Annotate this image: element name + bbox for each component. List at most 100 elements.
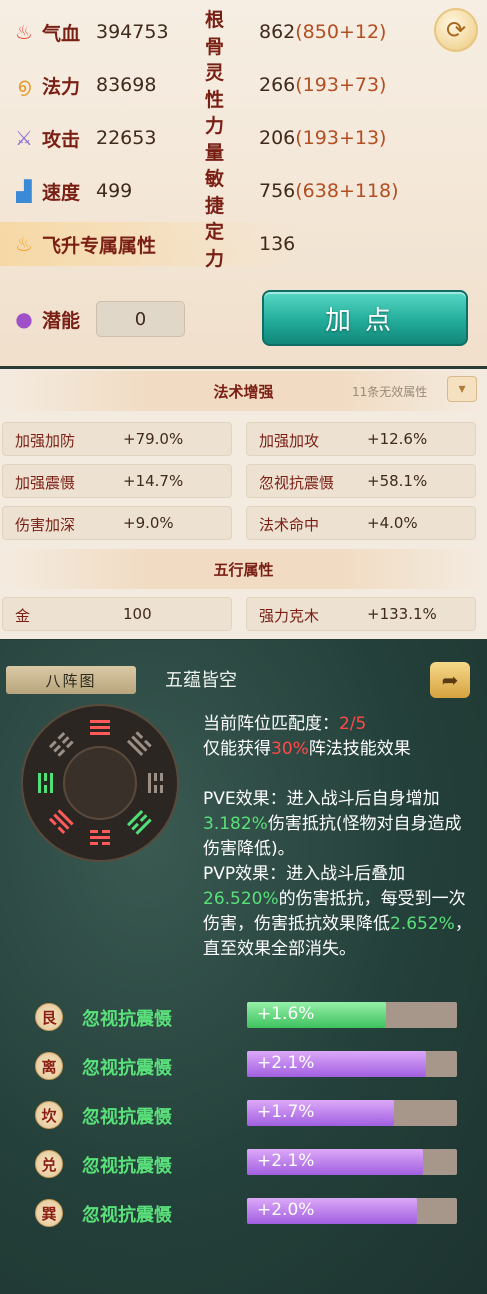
spell-cell: 加强加防 +79.0% <box>2 422 232 456</box>
trigram-badge: 巽 <box>35 1199 63 1227</box>
trigram-badge: 兑 <box>35 1150 63 1178</box>
cell-label: 加强加攻 <box>259 432 320 450</box>
trigram-badge: 艮 <box>35 1003 63 1031</box>
refresh-button[interactable]: ⟳ <box>434 8 478 52</box>
bonus-name: 忽视抗震慑 <box>82 1156 172 1177</box>
bonus-bar: +2.0% <box>247 1198 457 1224</box>
cell-value: +9.0% <box>123 514 174 532</box>
boot-icon: ▟ <box>16 179 32 203</box>
bonus-row: 兑 忽视抗震慑 +2.1% <box>0 1148 487 1188</box>
formation-panel: 八阵图 五蕴皆空 ➦ 当前阵位匹配度：2/5 仅能获得30%阵法技能效果 PVE… <box>0 640 487 1294</box>
attr-value: 83698 <box>96 74 157 96</box>
pve-effect: PVE效果：进入战斗后自身增加3.182%伤害抵抗(怪物对自身造成伤害降低)。 <box>203 789 462 859</box>
attr-label: 敏捷 <box>205 168 225 217</box>
cell-label: 忽视抗震慑 <box>259 474 335 492</box>
bonus-value: +1.6% <box>257 1004 315 1024</box>
bonus-row: 坎 忽视抗震慑 +1.7% <box>0 1099 487 1139</box>
attr-value: 499 <box>96 180 133 202</box>
spell-cell: 法术命中 +4.0% <box>246 506 476 540</box>
bonus-bar: +1.7% <box>247 1100 457 1126</box>
cell-label: 加强震慑 <box>15 474 76 492</box>
refresh-icon: ⟳ <box>445 16 467 44</box>
spell-cell: 加强震慑 +14.7% <box>2 464 232 498</box>
potential-label: 潜能 <box>42 309 81 332</box>
cell-label: 法术命中 <box>259 516 320 534</box>
bonus-name: 忽视抗震慑 <box>82 1107 172 1128</box>
bonus-name: 忽视抗震慑 <box>82 1058 172 1079</box>
attr-label: 力量 <box>205 115 225 164</box>
wheel-center <box>63 746 137 820</box>
cell-value: +133.1% <box>367 605 437 623</box>
formation-tab[interactable]: 八阵图 <box>6 666 136 694</box>
potential-value-box: 0 <box>96 301 185 337</box>
spell-cell: 伤害加深 +9.0% <box>2 506 232 540</box>
wuxing-cell: 金 100 <box>2 597 232 631</box>
attr-value: 206(193+13) <box>259 127 387 149</box>
pvp-effect: PVP效果：进入战斗后叠加26.520%的伤害抵抗，每受到一次伤害，伤害抵抗效果… <box>203 864 472 959</box>
bonus-row: 离 忽视抗震慑 +2.1% <box>0 1050 487 1090</box>
attribute-panel: ♨ 气血 394753 根骨 862(850+12) ൭ 法力 83698 灵性… <box>0 0 487 366</box>
attr-value: 756(638+118) <box>259 180 399 202</box>
wuxing-cell: 强力克木 +133.1% <box>246 597 476 631</box>
cell-label: 强力克木 <box>259 607 320 625</box>
expand-button[interactable]: ▾ <box>447 376 477 402</box>
cell-value: +12.6% <box>367 430 428 448</box>
attr-label: 灵性 <box>205 62 225 111</box>
section-title: 法术增强 <box>213 382 274 401</box>
spell-cell: 忽视抗震慑 +58.1% <box>246 464 476 498</box>
potential-spirit-icon: ● <box>15 307 33 331</box>
attr-value: 862(850+12) <box>259 21 387 43</box>
attr-value: 136 <box>259 233 296 255</box>
trigram-badge: 离 <box>35 1052 63 1080</box>
bonus-value: +2.0% <box>257 1200 315 1220</box>
blood-drop-icon: ♨ <box>15 20 33 44</box>
cell-label: 伤害加深 <box>15 516 76 534</box>
attr-label: 攻击 <box>42 128 81 151</box>
attr-label: 根骨 <box>205 9 225 58</box>
cell-label: 加强加防 <box>15 432 76 450</box>
bonus-bar: +2.1% <box>247 1149 457 1175</box>
bonus-value: +2.1% <box>257 1053 315 1073</box>
cell-label: 金 <box>15 607 31 625</box>
attr-label: 定力 <box>205 221 225 270</box>
sword-icon: ⚔ <box>15 126 33 150</box>
trigram-top <box>90 720 110 735</box>
cell-value: +58.1% <box>367 472 428 490</box>
invalid-attributes-note: 11条无效属性 <box>352 385 428 399</box>
cell-value: +79.0% <box>123 430 184 448</box>
mana-swirl-icon: ൭ <box>17 73 31 97</box>
attr-value: 394753 <box>96 21 169 43</box>
bonus-value: +2.1% <box>257 1151 315 1171</box>
chevron-down-icon: ▾ <box>458 381 466 397</box>
attr-value: 266(193+73) <box>259 74 387 96</box>
bonus-name: 忽视抗震慑 <box>82 1205 172 1226</box>
formation-info: 当前阵位匹配度：2/5 仅能获得30%阵法技能效果 PVE效果：进入战斗后自身增… <box>203 712 473 962</box>
cell-value: 100 <box>123 605 152 623</box>
attr-label: 法力 <box>42 75 81 98</box>
bonus-row: 巽 忽视抗震慑 +2.0% <box>0 1197 487 1237</box>
cell-value: +14.7% <box>123 472 184 490</box>
flame-icon: ♨ <box>15 232 33 256</box>
bagua-wheel[interactable] <box>20 703 180 863</box>
bonus-value: +1.7% <box>257 1102 315 1122</box>
section-title: 五行属性 <box>213 560 274 579</box>
ascension-attr-label[interactable]: 飞升专属属性 <box>42 231 156 258</box>
add-point-button[interactable]: 加点 <box>262 290 468 346</box>
match-line: 当前阵位匹配度：2/5 <box>203 714 367 734</box>
spell-enhancement-panel: 法术增强 11条无效属性 ▾ 加强加防 +79.0% 加强加攻 +12.6% 加… <box>0 369 487 639</box>
share-button[interactable]: ➦ <box>430 662 470 698</box>
spell-cell: 加强加攻 +12.6% <box>246 422 476 456</box>
bonus-bar: +1.6% <box>247 1002 457 1028</box>
attr-label: 气血 <box>42 22 81 45</box>
bonus-bar: +2.1% <box>247 1051 457 1077</box>
attr-label: 速度 <box>42 181 81 204</box>
share-icon: ➦ <box>441 668 459 692</box>
trigram-badge: 坎 <box>35 1101 63 1129</box>
wuxing-header: 五行属性 <box>0 549 487 589</box>
cell-value: +4.0% <box>367 514 418 532</box>
effect-line: 仅能获得30%阵法技能效果 <box>203 739 411 759</box>
attr-value: 22653 <box>96 127 157 149</box>
bonus-row: 艮 忽视抗震慑 +1.6% <box>0 1001 487 1041</box>
bonus-name: 忽视抗震慑 <box>82 1009 172 1030</box>
formation-name: 五蕴皆空 <box>165 670 237 691</box>
